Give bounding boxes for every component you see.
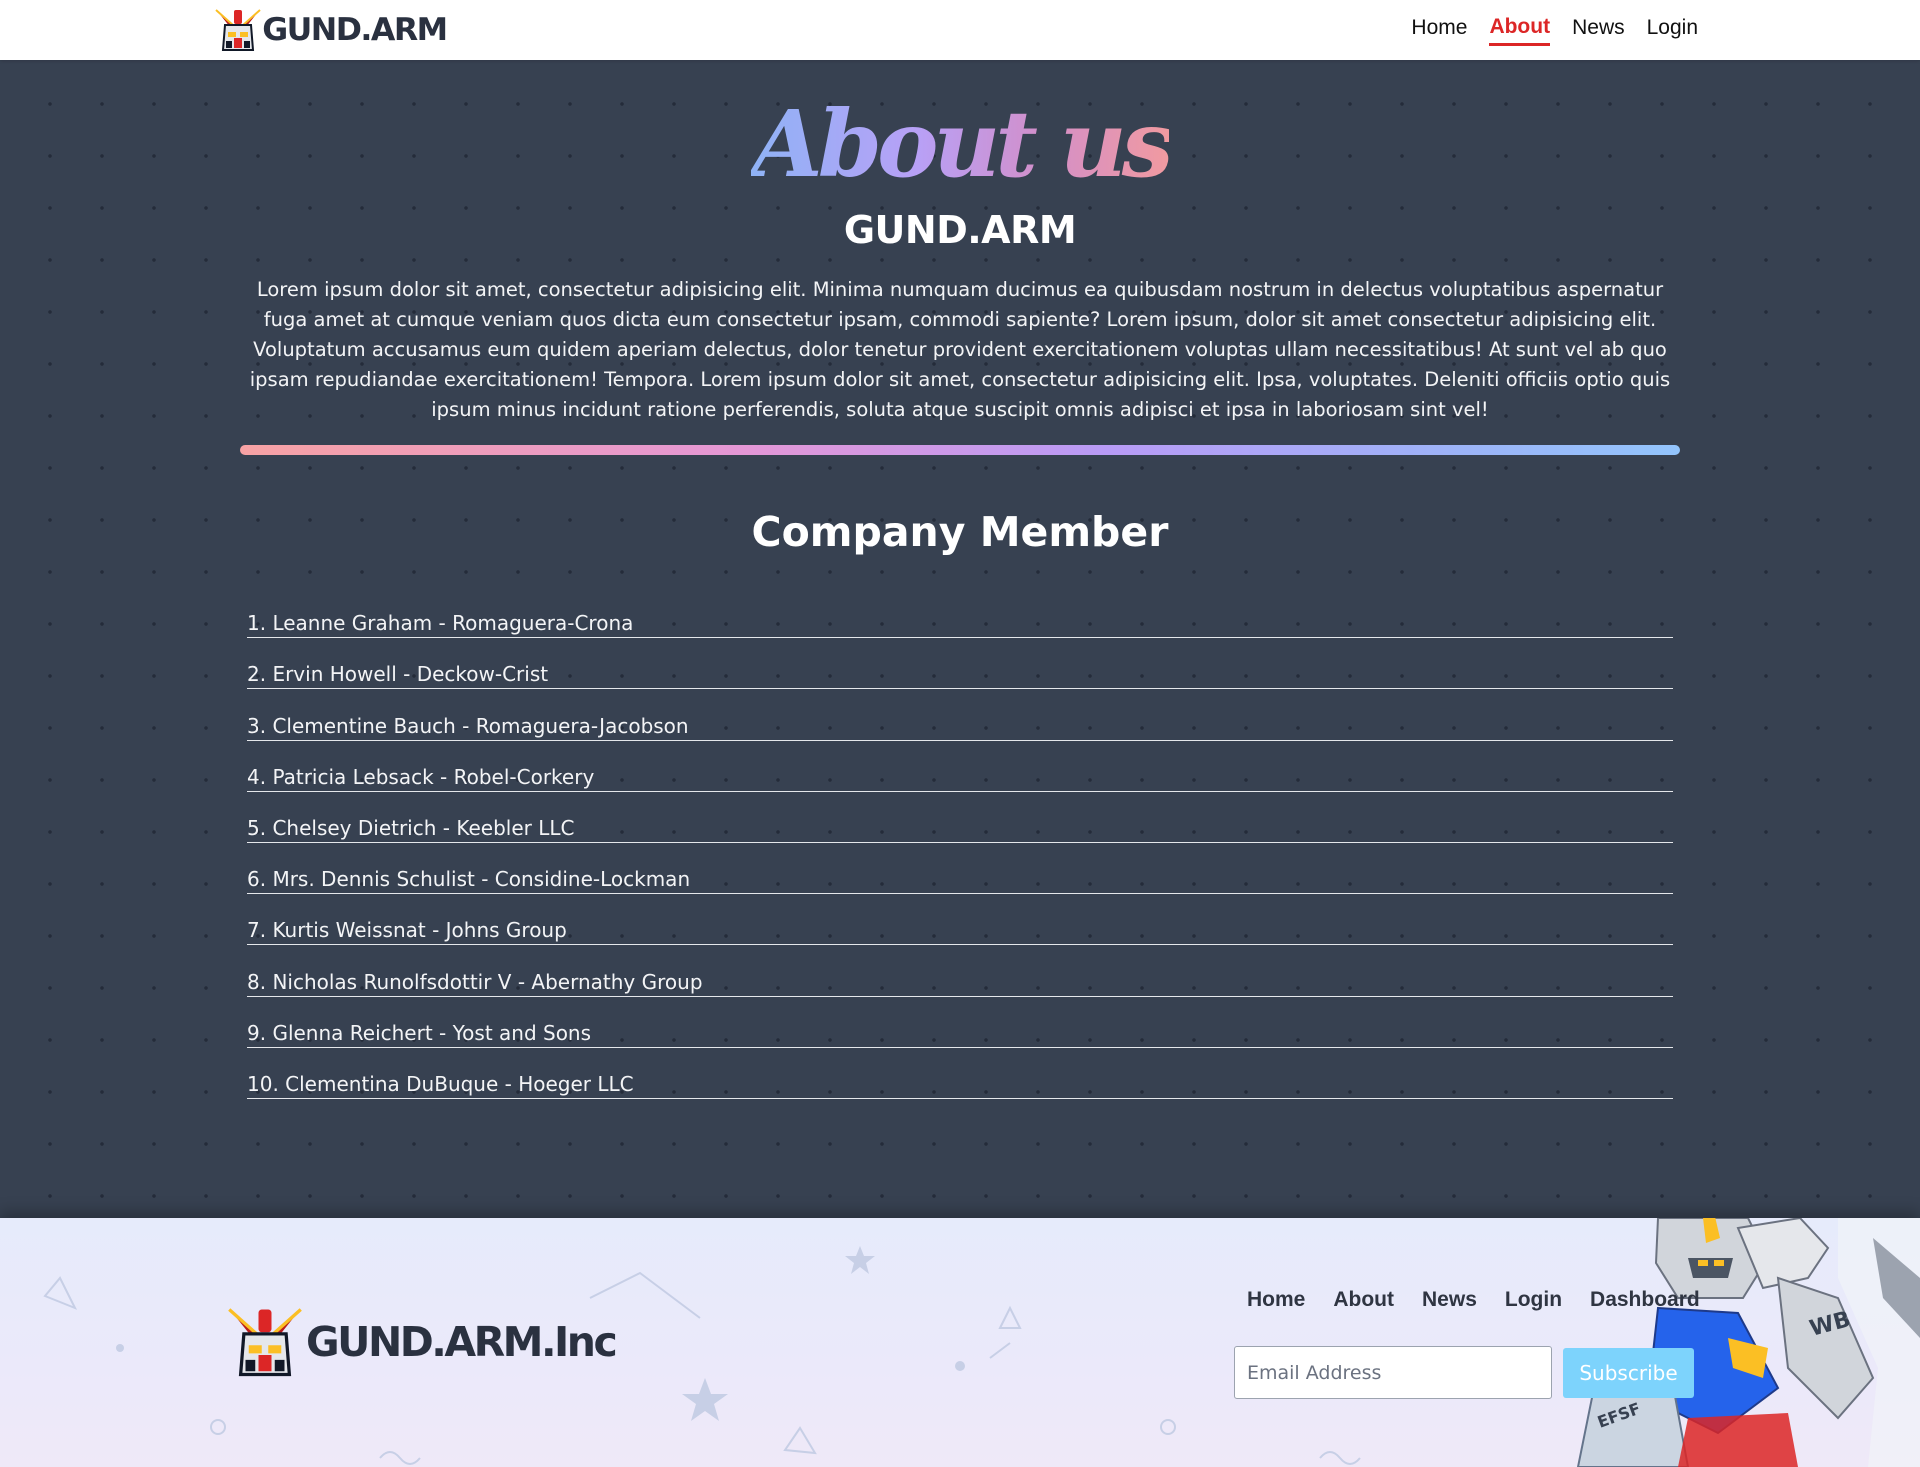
gundam-head-icon [228, 1308, 302, 1377]
footer-brand: GUND.ARM.Inc [226, 1302, 618, 1382]
footer-link-dashboard[interactable]: Dashboard [1590, 1288, 1700, 1311]
footer-nav-item-news: News [1422, 1288, 1477, 1312]
footer-nav-item-home: Home [1247, 1288, 1305, 1312]
nav-item-home: Home [1411, 16, 1467, 44]
company-name-heading: GUND.ARM [843, 208, 1077, 252]
footer: GUND.ARM.Inc WB EFSF Home About News Log… [0, 1218, 1920, 1467]
member-item: 8. Nicholas Runolfsdottir V - Abernathy … [247, 945, 1673, 997]
footer-link-home[interactable]: Home [1247, 1288, 1305, 1311]
footer-nav: Home About News Login Dashboard [1247, 1288, 1700, 1312]
nav-item-about: About [1489, 15, 1551, 46]
nav-link-news[interactable]: News [1572, 16, 1625, 44]
navbar: GUND.ARM Home About News Login [0, 0, 1920, 60]
member-item: 3. Clementine Bauch - Romaguera-Jacobson [247, 689, 1673, 741]
footer-brand-name: GUND.ARM.Inc [306, 1318, 618, 1366]
footer-nav-item-login: Login [1505, 1288, 1562, 1312]
member-item: 6. Mrs. Dennis Schulist - Considine-Lock… [247, 843, 1673, 895]
member-item: 7. Kurtis Weissnat - Johns Group [247, 894, 1673, 946]
gradient-divider [240, 445, 1680, 455]
member-item: 9. Glenna Reichert - Yost and Sons [247, 997, 1673, 1048]
nav-link-home[interactable]: Home [1411, 16, 1467, 44]
main-content: About us GUND.ARM Lorem ipsum dolor sit … [0, 60, 1920, 1218]
member-item: 5. Chelsey Dietrich - Keebler LLC [247, 792, 1673, 843]
member-item: 1. Leanne Graham - Romaguera-Crona [247, 587, 1673, 639]
gundam-robot-illustration: WB EFSF [1576, 1218, 1920, 1467]
page-title: About us [0, 98, 1920, 190]
member-item: 2. Ervin Howell - Deckow-Crist [247, 638, 1673, 690]
nav-item-news: News [1572, 16, 1625, 44]
gundam-head-icon [215, 9, 261, 51]
email-field[interactable] [1234, 1346, 1552, 1399]
brand-name: GUND.ARM [262, 12, 448, 48]
nav-item-login: Login [1647, 16, 1698, 44]
footer-nav-item-dashboard: Dashboard [1590, 1288, 1700, 1312]
subscribe-button[interactable]: Subscribe [1563, 1348, 1694, 1398]
nav-link-about[interactable]: About [1489, 15, 1551, 46]
nav-link-login[interactable]: Login [1647, 16, 1698, 44]
member-list: 1. Leanne Graham - Romaguera-Crona 2. Er… [247, 587, 1673, 1099]
member-item: 10. Clementina DuBuque - Hoeger LLC [247, 1048, 1673, 1099]
footer-nav-item-about: About [1333, 1288, 1394, 1312]
brand-logo-link[interactable]: GUND.ARM [214, 6, 448, 54]
footer-link-news[interactable]: News [1422, 1288, 1477, 1311]
footer-link-about[interactable]: About [1333, 1288, 1394, 1311]
footer-link-login[interactable]: Login [1505, 1288, 1562, 1311]
member-item: 4. Patricia Lebsack - Robel-Corkery [247, 741, 1673, 792]
main-nav: Home About News Login [1411, 0, 1698, 60]
intro-paragraph: Lorem ipsum dolor sit amet, consectetur … [249, 278, 1671, 421]
members-section-title: Company Member [751, 508, 1169, 556]
page-title-text: About us [751, 90, 1173, 198]
